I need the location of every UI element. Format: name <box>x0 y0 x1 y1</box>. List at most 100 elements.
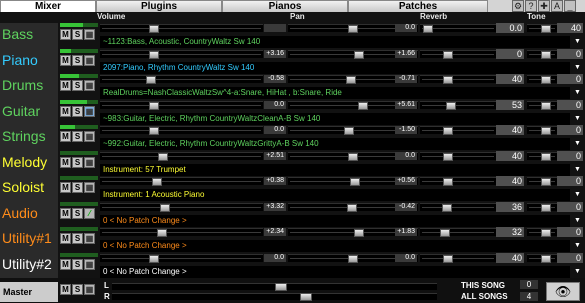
tone-knob[interactable] <box>541 229 552 237</box>
tone-knob[interactable] <box>541 101 552 110</box>
solo-button[interactable]: S <box>72 54 83 66</box>
solo-button[interactable]: S <box>72 258 83 270</box>
pan-knob[interactable] <box>348 152 358 161</box>
tab-pianos[interactable]: Pianos <box>222 0 348 12</box>
volume-knob[interactable] <box>148 25 159 33</box>
solo-button[interactable]: S <box>72 156 83 168</box>
track-name-utility-2[interactable]: Utility#2 <box>0 252 58 280</box>
grid-icon[interactable]: ▦ <box>84 131 95 142</box>
tone-slider[interactable] <box>527 253 557 263</box>
grid-icon[interactable]: ▦ <box>84 233 95 244</box>
track-name-utility-1[interactable]: Utility#1 <box>0 227 58 254</box>
reverb-slider[interactable] <box>420 228 496 237</box>
chevron-down-icon[interactable]: ▼ <box>574 242 581 249</box>
eye-icon[interactable]: 👁 <box>546 282 580 301</box>
reverb-knob[interactable] <box>443 254 454 263</box>
solo-button[interactable]: S <box>72 105 83 117</box>
reverb-slider[interactable] <box>420 253 496 263</box>
mute-button[interactable]: M <box>60 156 71 168</box>
chevron-down-icon[interactable]: ▼ <box>574 191 581 198</box>
reverb-knob[interactable] <box>443 152 454 161</box>
mute-button[interactable]: M <box>60 54 71 66</box>
reverb-knob[interactable] <box>443 76 454 84</box>
volume-knob[interactable] <box>148 127 159 135</box>
volume-slider[interactable] <box>100 151 263 161</box>
patch-field[interactable]: ~1123:Bass, Acoustic, CountryWaltz Sw 14… <box>100 36 570 48</box>
mute-button[interactable]: M <box>60 105 71 117</box>
patch-field[interactable]: 0 < No Patch Change > <box>100 240 570 252</box>
chevron-down-icon[interactable]: ▼ <box>574 38 581 45</box>
tone-slider[interactable] <box>527 202 557 212</box>
volume-slider[interactable] <box>100 228 263 237</box>
tab-mixer[interactable]: Mixer <box>0 0 96 12</box>
master-grid-icon[interactable]: ▦ <box>84 284 95 295</box>
mute-button[interactable]: M <box>60 131 71 142</box>
patch-field[interactable]: 0 < No Patch Change > <box>100 265 570 278</box>
volume-knob[interactable] <box>159 203 170 212</box>
chevron-down-icon[interactable]: ▼ <box>574 64 581 71</box>
audio-wave-icon[interactable]: ⁄ <box>84 207 95 219</box>
add-icon[interactable]: ✚ <box>538 0 550 12</box>
volume-slider[interactable] <box>100 49 263 59</box>
reverb-knob[interactable] <box>423 25 434 33</box>
reverb-knob[interactable] <box>443 50 454 59</box>
volume-slider[interactable] <box>100 126 263 135</box>
grid-icon[interactable]: ▦ <box>84 156 95 168</box>
help-icon[interactable]: ? <box>525 0 537 12</box>
tone-slider[interactable] <box>527 228 557 237</box>
mute-button[interactable]: M <box>60 233 71 244</box>
track-name-drums[interactable]: Drums <box>0 74 58 101</box>
pan-knob[interactable] <box>354 229 364 237</box>
pan-knob[interactable] <box>348 254 358 263</box>
tab-patches[interactable]: Patches <box>348 0 488 12</box>
solo-button[interactable]: S <box>72 131 83 142</box>
volume-knob[interactable] <box>145 76 156 84</box>
master-left-knob[interactable] <box>274 283 287 291</box>
track-name-audio[interactable]: Audio <box>0 201 58 229</box>
master-right-knob[interactable] <box>299 293 312 301</box>
master-left-slider[interactable] <box>112 283 437 291</box>
solo-button[interactable]: S <box>72 29 83 40</box>
font-icon[interactable]: A <box>551 0 563 12</box>
pan-knob[interactable] <box>344 127 355 135</box>
chevron-down-icon[interactable]: ▼ <box>574 217 581 224</box>
reverb-slider[interactable] <box>420 126 496 135</box>
master-mute-button[interactable]: M <box>60 284 71 295</box>
track-name-piano[interactable]: Piano <box>0 48 58 76</box>
patch-field[interactable]: ~983:Guitar, Electric, Rhythm CountryWal… <box>100 112 570 125</box>
mute-button[interactable]: M <box>60 182 71 193</box>
volume-knob[interactable] <box>158 152 169 161</box>
volume-slider[interactable] <box>100 24 263 33</box>
tone-knob[interactable] <box>541 203 552 212</box>
reverb-knob[interactable] <box>439 229 450 237</box>
tone-knob[interactable] <box>541 152 552 161</box>
mute-button[interactable]: M <box>60 207 71 219</box>
reverb-slider[interactable] <box>420 49 496 59</box>
reverb-knob[interactable] <box>443 127 454 135</box>
reverb-slider[interactable] <box>420 177 496 186</box>
reverb-knob[interactable] <box>441 203 452 212</box>
tone-knob[interactable] <box>541 127 552 135</box>
patch-field[interactable]: 0 < No Patch Change > <box>100 214 570 227</box>
solo-button[interactable]: S <box>72 182 83 193</box>
volume-slider[interactable] <box>100 100 263 110</box>
tone-slider[interactable] <box>527 177 557 186</box>
reverb-knob[interactable] <box>446 101 457 110</box>
solo-button[interactable]: S <box>72 80 83 91</box>
grid-icon[interactable]: ▦ <box>84 80 95 91</box>
track-name-bass[interactable]: Bass <box>0 23 58 50</box>
patch-field[interactable]: RealDrums=NashClassicWaltzSw^4-a:Snare, … <box>100 87 570 99</box>
tone-slider[interactable] <box>527 49 557 59</box>
grid-icon[interactable]: ▦ <box>84 182 95 193</box>
pan-knob[interactable] <box>348 25 358 33</box>
reverb-slider[interactable] <box>420 75 496 84</box>
master-solo-button[interactable]: S <box>72 284 83 295</box>
volume-knob[interactable] <box>148 101 159 110</box>
reverb-slider[interactable] <box>420 24 496 33</box>
tone-slider[interactable] <box>527 75 557 84</box>
reverb-slider[interactable] <box>420 151 496 161</box>
chevron-down-icon[interactable]: ▼ <box>574 89 581 96</box>
volume-slider[interactable] <box>100 202 263 212</box>
patch-field[interactable]: 2097:Piano, Rhythm CountryWaltz Sw 140 <box>100 61 570 74</box>
pan-knob[interactable] <box>346 203 357 212</box>
